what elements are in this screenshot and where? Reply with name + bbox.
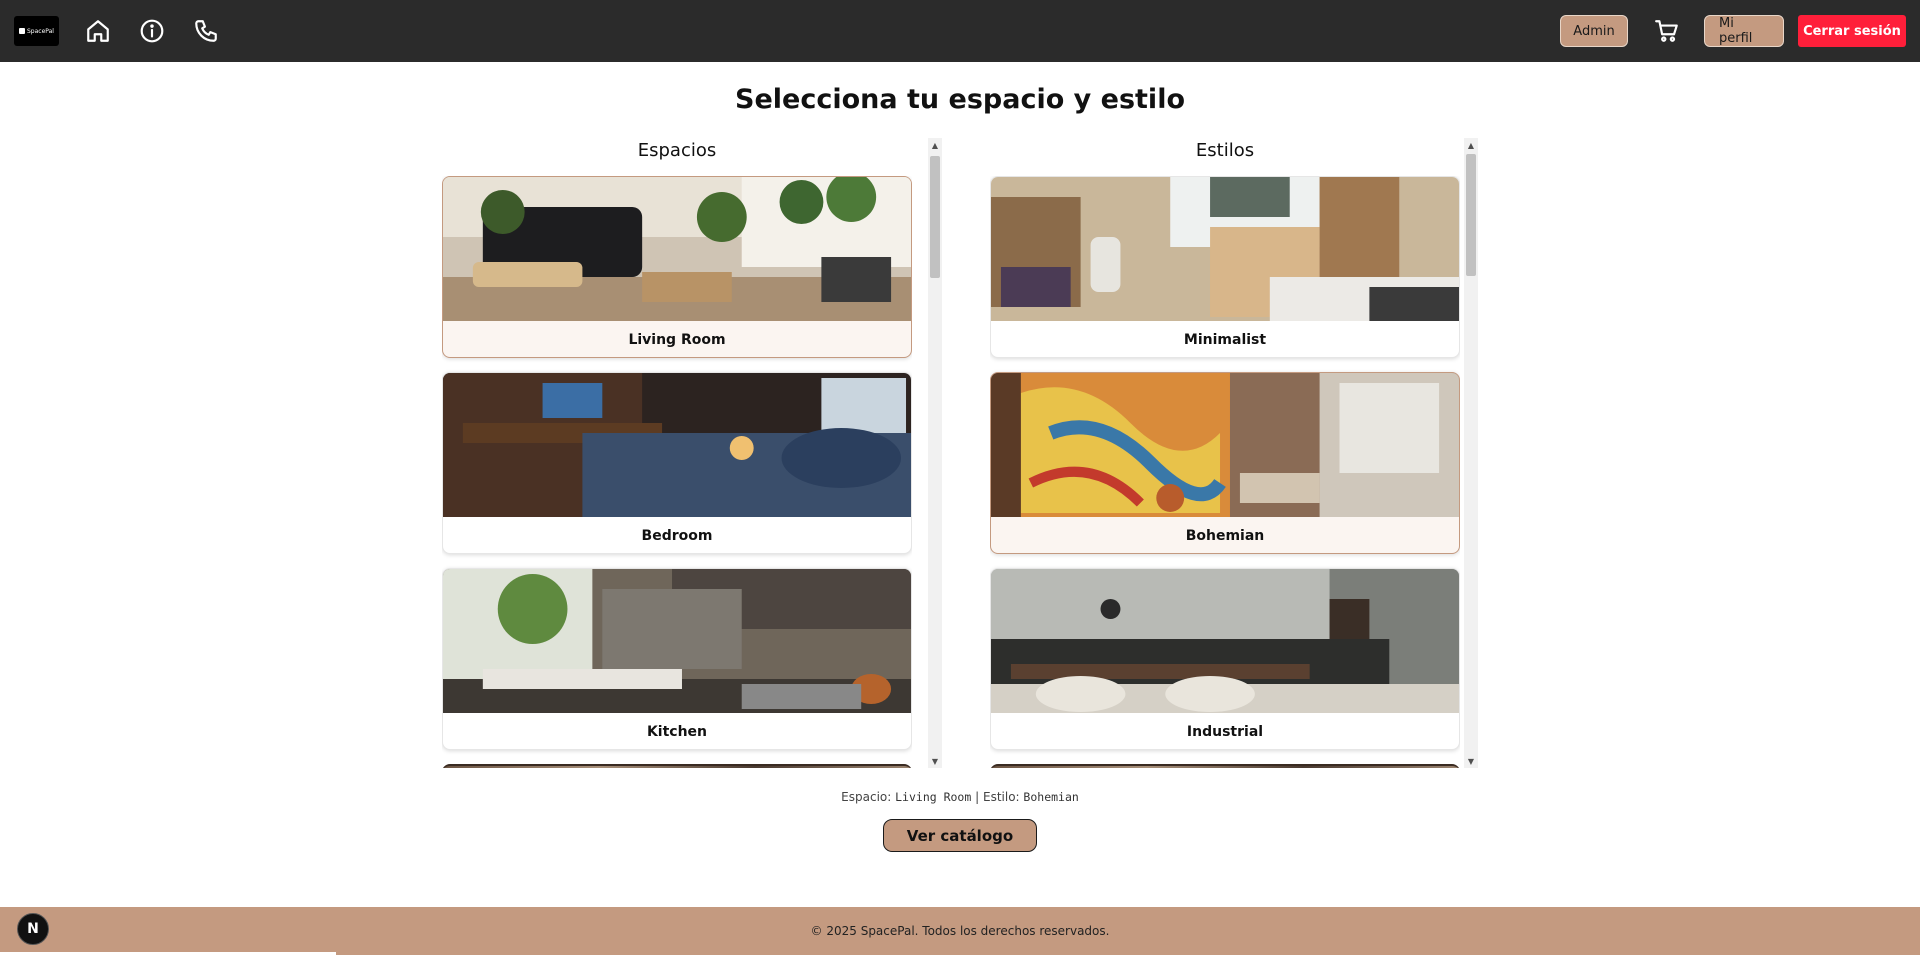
space-card-living-room[interactable]: Living Room [442, 176, 912, 358]
living-room-image [443, 177, 911, 321]
logout-button[interactable]: Cerrar sesión [1798, 15, 1906, 47]
scroll-down-icon[interactable]: ▼ [928, 754, 942, 768]
bedroom-image [443, 373, 911, 517]
style-card-label: Industrial [1186, 724, 1264, 740]
selection-summary: Espacio: Living Room | Estilo: Bohemian [0, 790, 1920, 804]
styles-list[interactable]: Minimalist Bohemian Industrial [990, 176, 1460, 768]
space-card-bedroom[interactable]: Bedroom [442, 372, 912, 554]
industrial-image [991, 569, 1459, 713]
style-card-label: Bohemian [1185, 528, 1265, 544]
view-catalog-button[interactable]: Ver catálogo [883, 819, 1037, 852]
space-card-kitchen[interactable]: Kitchen [442, 568, 912, 750]
bohemian-image [991, 373, 1459, 517]
styles-scrollbar[interactable]: ▲ ▼ [1464, 138, 1478, 768]
copyright-text: © 2025 SpacePal. Todos los derechos rese… [810, 924, 1110, 938]
style-card-industrial[interactable]: Industrial [990, 568, 1460, 750]
profile-button[interactable]: Mi perfil [1704, 15, 1784, 47]
space-card-peek [442, 764, 912, 768]
spaces-list[interactable]: Living Room Bedroom Kitchen [442, 176, 912, 768]
style-card-minimalist[interactable]: Minimalist [990, 176, 1460, 358]
spaces-scrollbar[interactable]: ▲ ▼ [928, 138, 942, 768]
brand-logo[interactable]: SpacePal [14, 16, 59, 46]
logo-text: SpacePal [27, 27, 54, 35]
page-title: Selecciona tu espacio y estilo [735, 84, 1185, 115]
info-icon[interactable] [137, 16, 167, 46]
space-card-label: Bedroom [641, 528, 713, 544]
spaces-heading: Espacios [637, 140, 717, 161]
style-prefix: Estilo: [983, 790, 1020, 804]
style-card-bohemian[interactable]: Bohemian [990, 372, 1460, 554]
top-navbar: SpacePal Admin Mi perfil Cerrar sesión [0, 0, 1920, 62]
styles-panel: Estilos Minimalist Bohemian Industrial ▲… [988, 138, 1478, 768]
spaces-panel: Espacios Living Room Bedroom Kitchen ▲ ▼ [440, 138, 945, 768]
space-card-label: Kitchen [646, 724, 708, 740]
minimalist-image [991, 177, 1459, 321]
selected-style-value: Bohemian [1023, 790, 1079, 804]
scroll-up-icon[interactable]: ▲ [1464, 138, 1478, 152]
style-card-peek [990, 764, 1460, 768]
scroll-thumb[interactable] [930, 156, 940, 278]
kitchen-image [443, 569, 911, 713]
home-icon[interactable] [83, 16, 113, 46]
style-card-label: Minimalist [1183, 332, 1267, 348]
styles-heading: Estilos [1195, 140, 1255, 161]
footer: © 2025 SpacePal. Todos los derechos rese… [0, 907, 1920, 955]
scroll-thumb[interactable] [1466, 154, 1476, 276]
selected-space-value: Living Room [895, 790, 972, 804]
phone-icon[interactable] [191, 16, 221, 46]
scroll-up-icon[interactable]: ▲ [928, 138, 942, 152]
admin-button[interactable]: Admin [1560, 15, 1628, 47]
space-card-label: Living Room [628, 332, 726, 348]
cart-icon[interactable] [1652, 16, 1682, 46]
space-prefix: Espacio: [841, 790, 892, 804]
selection-separator: | [975, 790, 980, 804]
logo-mark-icon [19, 28, 25, 34]
scroll-down-icon[interactable]: ▼ [1464, 754, 1478, 768]
nextjs-dev-badge-icon[interactable]: N [17, 913, 49, 945]
